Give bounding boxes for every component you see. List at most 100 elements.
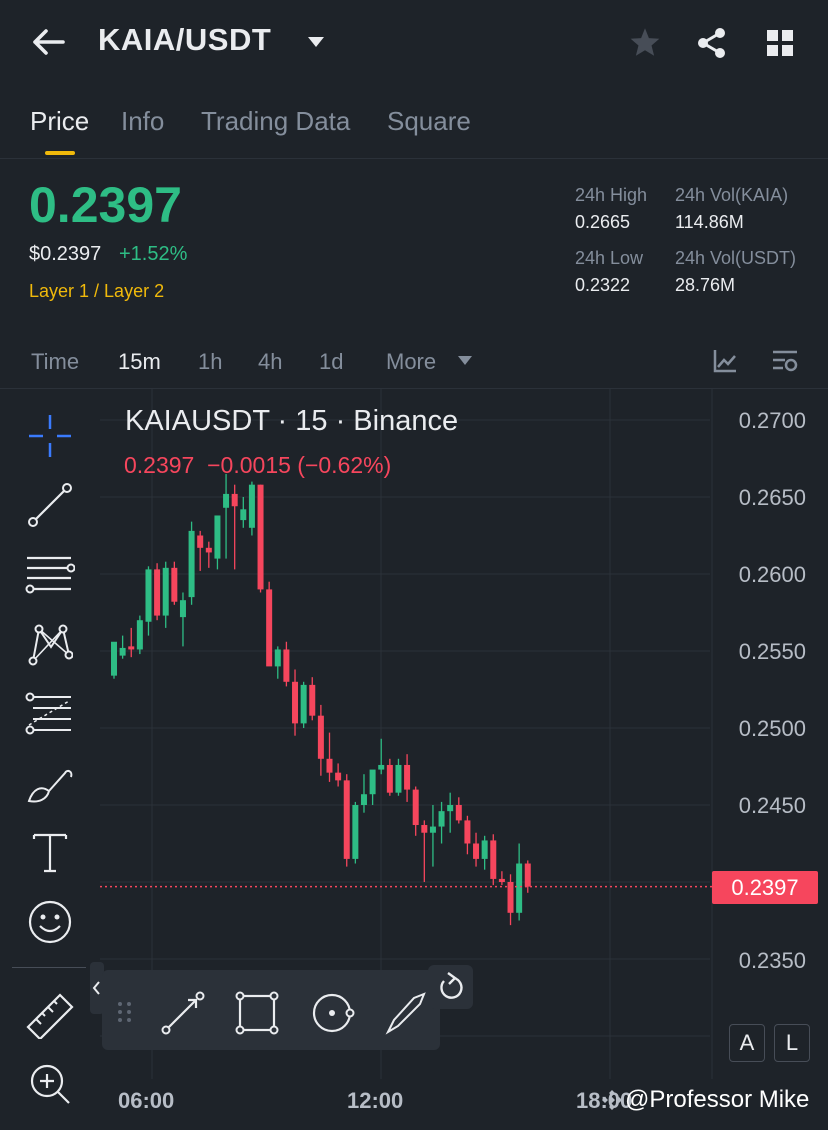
candle-body [274,649,281,667]
candle-body [300,684,307,724]
zoom-in-icon[interactable] [27,1061,73,1107]
floating-draw-bar [102,970,440,1050]
candle-body [214,515,221,559]
candle-body [335,772,342,781]
active-tab-indicator [45,151,75,155]
low-value: 0.2322 [575,275,631,295]
tab-square[interactable]: Square [387,106,471,137]
candle-body [360,794,367,805]
rectangle-tool-icon[interactable] [234,990,280,1036]
chart-legend-values: 0.2397 −0.0015 (−0.62%) [124,452,392,478]
candle-body [240,509,247,521]
candle-body [429,826,436,833]
last-price: 0.2397 [29,177,182,233]
undo-button[interactable] [428,965,473,1009]
brush-icon[interactable] [25,761,75,807]
more-caret-icon[interactable] [458,356,472,365]
candle-body [309,684,316,716]
timeframe-4h[interactable]: 4h [258,349,282,375]
tab-price[interactable]: Price [30,106,89,137]
star-icon[interactable] [629,27,661,57]
timeframe-1h[interactable]: 1h [198,349,222,375]
candle-body [136,620,143,650]
candle-body [421,825,428,833]
tab-info[interactable]: Info [121,106,164,137]
ruler-icon[interactable] [24,991,76,1039]
candle-body [455,805,462,821]
pattern-icon[interactable] [27,621,73,667]
candle-body [317,715,324,759]
vol-base-value: 114.86M [675,212,744,232]
candle-body [292,681,299,724]
timeframe-1d[interactable]: 1d [319,349,343,375]
low-label: 24h Low [575,248,644,268]
crosshair-icon[interactable] [27,413,73,459]
watermark: @Professor Mike [625,1086,810,1113]
timeframe-15m[interactable]: 15m [118,349,161,375]
candle-body [257,484,264,590]
candle-body [128,646,135,650]
tab-trading-data[interactable]: Trading Data [201,106,350,137]
candle-body [326,758,333,773]
change-percent: +1.52% [119,243,188,265]
high-value: 0.2665 [575,212,631,232]
vol-base-label: 24h Vol(KAIA) [675,185,789,205]
candle-body [197,535,204,548]
candle-body [119,647,126,656]
y-tick-label: 0.2700 [738,408,806,433]
candle-body [378,764,385,770]
y-tick-label: 0.2550 [738,639,806,664]
chart-settings-icon[interactable] [771,348,799,374]
trend-line-icon[interactable] [27,482,73,528]
candle-body [154,569,161,616]
y-tick-label: 0.2350 [738,948,806,973]
binance-logo-icon [602,1090,622,1110]
candle-body [223,493,230,508]
grid-icon[interactable] [766,29,794,57]
pair-title[interactable]: KAIA/USDT [98,22,271,58]
fib-retracement-icon[interactable] [25,691,75,737]
indicator-icon[interactable] [712,348,738,374]
candle-body [481,840,488,859]
candle-body [205,547,212,553]
y-tick-label: 0.2600 [738,562,806,587]
x-tick-label: 06:00 [118,1088,175,1113]
drag-handle-icon[interactable] [116,1000,134,1024]
candle-body [369,769,376,795]
horizontal-lines-icon[interactable] [25,552,75,598]
vol-quote-value: 28.76M [675,275,736,295]
ray-tool-icon[interactable] [160,990,206,1036]
candle-body [145,569,152,622]
candle-body [386,764,393,793]
share-icon[interactable] [696,27,728,59]
candle-body [111,641,117,676]
timeframe-time[interactable]: Time [31,349,79,375]
auto-scale-button[interactable]: A [729,1024,765,1062]
category-tag[interactable]: Layer 1 / Layer 2 [29,281,164,302]
candle-body [516,863,523,913]
candle-body [171,567,178,602]
header-bar: KAIA/USDT [0,0,828,86]
candle-body [162,567,169,616]
vol-quote-label: 24h Vol(USDT) [675,248,797,268]
undo-icon [440,972,463,999]
current-price-label: 0.2397 [712,871,818,904]
candle-body [188,530,195,598]
y-tick-label: 0.2450 [738,793,806,818]
back-arrow-icon[interactable] [32,28,66,56]
text-tool-icon[interactable] [30,831,70,873]
candle-body [447,805,454,812]
high-label: 24h High [575,185,648,205]
circle-tool-icon[interactable] [308,990,356,1036]
emoji-icon[interactable] [27,899,73,945]
log-scale-button[interactable]: L [774,1024,810,1062]
candle-body [412,789,419,826]
arrow-tool-icon[interactable] [382,990,428,1036]
candle-body [283,649,290,682]
candle-body [343,780,350,859]
caret-down-icon[interactable] [307,36,325,48]
y-tick-label: 0.2650 [738,485,806,510]
candle-body [395,764,402,793]
candle-body [438,811,445,827]
timeframe-more[interactable]: More [386,349,436,375]
